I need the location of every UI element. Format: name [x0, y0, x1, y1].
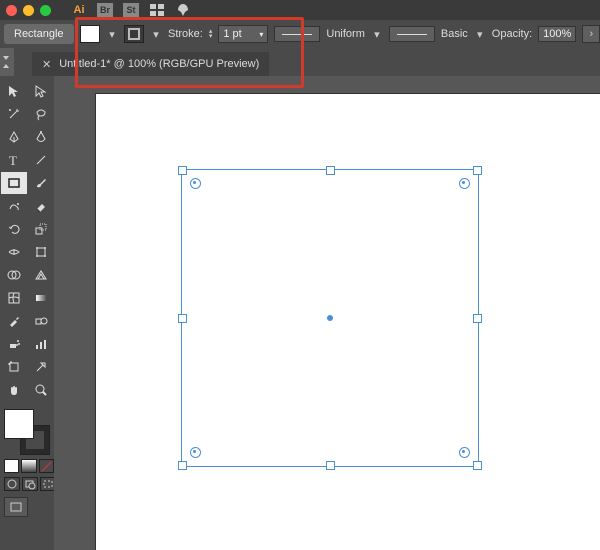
- corner-widget-sw[interactable]: [190, 447, 201, 458]
- draw-normal-button[interactable]: [4, 477, 20, 491]
- profile-preview[interactable]: [274, 26, 320, 42]
- corner-widget-se[interactable]: [459, 447, 470, 458]
- type-tool[interactable]: T: [1, 149, 27, 171]
- arrange-docs-icon[interactable]: [149, 3, 165, 17]
- close-tab-icon[interactable]: ✕: [42, 58, 51, 71]
- app-ai-icon: Ai: [71, 3, 87, 17]
- column-graph-tool[interactable]: [28, 333, 54, 355]
- rotate-tool[interactable]: [1, 218, 27, 240]
- profile-label: Uniform: [326, 28, 365, 40]
- zoom-tool[interactable]: [28, 379, 54, 401]
- brush-preview[interactable]: [389, 26, 435, 42]
- shaper-tool[interactable]: [1, 195, 27, 217]
- svg-text:T: T: [9, 153, 17, 167]
- color-mode-button[interactable]: [4, 459, 19, 473]
- corner-widget-ne[interactable]: [459, 178, 470, 189]
- paintbrush-tool[interactable]: [28, 172, 54, 194]
- line-tool[interactable]: [28, 149, 54, 171]
- canvas-area[interactable]: [54, 76, 600, 550]
- pen-tool[interactable]: [1, 126, 27, 148]
- panel-toggle-button[interactable]: [0, 48, 14, 76]
- stroke-weight-field[interactable]: 1 pt▾: [218, 25, 268, 43]
- curvature-tool[interactable]: [28, 126, 54, 148]
- brush-label: Basic: [441, 28, 468, 40]
- brush-menu[interactable]: ▾: [474, 28, 486, 41]
- resize-handle-ne[interactable]: [473, 166, 482, 175]
- document-tab[interactable]: ✕ Untitled-1* @ 100% (RGB/GPU Preview): [32, 52, 269, 76]
- lasso-tool[interactable]: [28, 103, 54, 125]
- mesh-tool[interactable]: [1, 287, 27, 309]
- selected-rectangle[interactable]: [181, 169, 479, 467]
- stroke-swatch[interactable]: [124, 25, 144, 43]
- corner-widget-nw[interactable]: [190, 178, 201, 189]
- symbol-sprayer-tool[interactable]: [1, 333, 27, 355]
- shape-name-label: Rectangle: [4, 24, 74, 44]
- hand-tool[interactable]: [1, 379, 27, 401]
- stroke-swatch-menu[interactable]: ▾: [150, 28, 162, 41]
- document-tab-title: Untitled-1* @ 100% (RGB/GPU Preview): [59, 58, 259, 70]
- fill-swatch[interactable]: [80, 25, 100, 43]
- selection-tool[interactable]: [1, 80, 27, 102]
- fill-swatch-menu[interactable]: ▾: [106, 28, 118, 41]
- slice-tool[interactable]: [28, 356, 54, 378]
- eraser-tool[interactable]: [28, 195, 54, 217]
- window-titlebar: Ai Br St: [0, 0, 600, 20]
- stroke-label: Stroke:: [168, 28, 203, 40]
- stroke-weight-value: 1 pt: [223, 28, 241, 40]
- rocket-icon[interactable]: [175, 3, 191, 17]
- stroke-stepper[interactable]: ▴▾: [209, 29, 213, 39]
- window-minimize-button[interactable]: [23, 5, 34, 16]
- opacity-field[interactable]: 100%: [538, 26, 576, 42]
- window-zoom-button[interactable]: [40, 5, 51, 16]
- selection-center-point[interactable]: [327, 315, 333, 321]
- gradient-mode-button[interactable]: [21, 459, 36, 473]
- resize-handle-e[interactable]: [473, 314, 482, 323]
- resize-handle-s[interactable]: [326, 461, 335, 470]
- app-stock-icon[interactable]: St: [123, 3, 139, 17]
- resize-handle-n[interactable]: [326, 166, 335, 175]
- gradient-tool[interactable]: [28, 287, 54, 309]
- control-bar: ▾ ▾ Stroke: ▴▾ 1 pt▾ Uniform ▾ Basic ▾ O…: [80, 20, 600, 48]
- free-transform-tool[interactable]: [28, 241, 54, 263]
- resize-handle-se[interactable]: [473, 461, 482, 470]
- resize-handle-nw[interactable]: [178, 166, 187, 175]
- app-bridge-icon[interactable]: Br: [97, 3, 113, 17]
- resize-handle-w[interactable]: [178, 314, 187, 323]
- more-options-button[interactable]: ›: [582, 25, 600, 43]
- none-mode-button[interactable]: [39, 459, 54, 473]
- blend-tool[interactable]: [28, 310, 54, 332]
- opacity-label: Opacity:: [492, 28, 532, 40]
- screen-mode-button[interactable]: [4, 497, 28, 517]
- magic-wand-tool[interactable]: [1, 103, 27, 125]
- tools-panel: T: [0, 76, 55, 550]
- perspective-grid-tool[interactable]: [28, 264, 54, 286]
- artboard[interactable]: [96, 94, 600, 550]
- rectangle-tool[interactable]: [1, 172, 27, 194]
- eyedropper-tool[interactable]: [1, 310, 27, 332]
- shape-builder-tool[interactable]: [1, 264, 27, 286]
- draw-behind-button[interactable]: [22, 477, 38, 491]
- window-close-button[interactable]: [6, 5, 17, 16]
- fill-stroke-indicator[interactable]: [4, 409, 50, 455]
- resize-handle-sw[interactable]: [178, 461, 187, 470]
- width-tool[interactable]: [1, 241, 27, 263]
- artboard-tool[interactable]: [1, 356, 27, 378]
- scale-tool[interactable]: [28, 218, 54, 240]
- direct-selection-tool[interactable]: [28, 80, 54, 102]
- profile-menu[interactable]: ▾: [371, 28, 383, 41]
- fill-color-swatch[interactable]: [4, 409, 34, 439]
